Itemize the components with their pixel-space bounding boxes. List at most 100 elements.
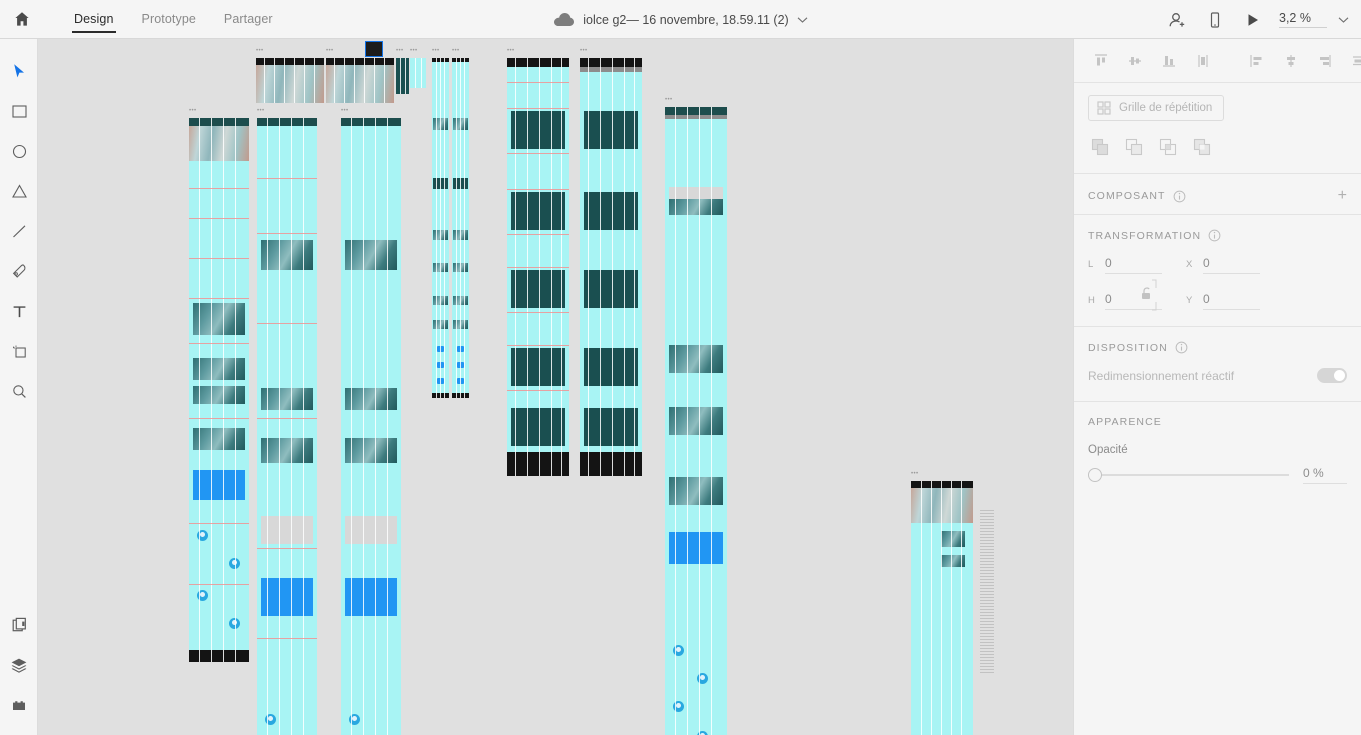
- select-tool[interactable]: [0, 51, 38, 91]
- text-t-icon[interactable]: [0, 291, 38, 331]
- chevron-down-icon[interactable]: [797, 16, 808, 24]
- align-left-icon[interactable]: [1186, 44, 1220, 78]
- document-title[interactable]: iolce g2— 16 novembre, 18.59.11 (2): [583, 13, 788, 27]
- responsive-resize-label: Redimensionnement réactif: [1088, 368, 1235, 383]
- artboard-hero-a[interactable]: •••: [256, 48, 324, 103]
- width-value[interactable]: 0: [1105, 256, 1162, 274]
- y-value[interactable]: 0: [1203, 292, 1260, 310]
- artboard-page-h[interactable]: •••: [580, 48, 642, 476]
- artboard-col-e[interactable]: •••: [432, 48, 449, 398]
- artboard-narrow-d[interactable]: •••: [410, 48, 426, 88]
- line-tool[interactable]: [0, 211, 38, 251]
- magnifier-icon[interactable]: [0, 371, 38, 411]
- artboard-label[interactable]: •••: [326, 48, 334, 54]
- opacity-slider-track: [1088, 474, 1289, 476]
- opacity-value[interactable]: 0 %: [1303, 466, 1347, 484]
- artboard-page-l[interactable]: •••: [665, 97, 727, 735]
- ellipse-tool[interactable]: [0, 131, 38, 171]
- artboard-label[interactable]: •••: [911, 471, 919, 477]
- repeat-grid-icon: [1097, 101, 1111, 115]
- rectangle-tool[interactable]: [0, 91, 38, 131]
- pen-tool[interactable]: [0, 251, 38, 291]
- info-circle-icon[interactable]: [1173, 190, 1186, 203]
- x-value[interactable]: 0: [1203, 256, 1260, 274]
- artboard-label[interactable]: •••: [189, 108, 197, 114]
- artboard-sidebar-n[interactable]: [980, 510, 994, 675]
- chevron-down-icon[interactable]: [1331, 16, 1355, 24]
- align-vertical-center-icon[interactable]: [1118, 44, 1152, 78]
- appearance-section-title: APPARENCE: [1088, 416, 1162, 428]
- artboard-label[interactable]: •••: [341, 108, 349, 114]
- artboard-label[interactable]: •••: [507, 48, 515, 54]
- boolean-exclude-icon[interactable]: [1190, 135, 1214, 159]
- mobile-device-icon[interactable]: [1197, 0, 1233, 39]
- boolean-union-icon[interactable]: [1088, 135, 1112, 159]
- repeat-grid-button[interactable]: Grille de répétition: [1088, 95, 1224, 121]
- info-circle-icon[interactable]: [1175, 341, 1188, 354]
- artboard-hero-b[interactable]: •••: [326, 48, 394, 103]
- artboard-label[interactable]: •••: [452, 48, 460, 54]
- layers-icon[interactable]: [0, 645, 38, 685]
- lock-aspect-ratio-icon[interactable]: [1136, 278, 1158, 312]
- artboard-content: [410, 58, 426, 88]
- distribute-spacing-icon[interactable]: [1342, 44, 1361, 78]
- artboard-label[interactable]: •••: [396, 48, 404, 54]
- transform-fields: L 0 X 0 H 0 Y 0: [1074, 252, 1361, 326]
- play-triangle-icon[interactable]: [1235, 0, 1271, 39]
- artboard-tool[interactable]: [0, 331, 38, 371]
- zoom-control[interactable]: 3,2 %: [1279, 11, 1355, 28]
- boolean-subtract-icon[interactable]: [1122, 135, 1146, 159]
- boolean-ops-row: [1074, 127, 1361, 173]
- cloud-icon: [553, 12, 575, 27]
- artboard-content: [256, 58, 324, 103]
- tab-prototype[interactable]: Prototype: [128, 0, 210, 39]
- artboard-page-j[interactable]: •••: [257, 108, 317, 735]
- artboard-label[interactable]: •••: [432, 48, 440, 54]
- home-icon[interactable]: [2, 0, 42, 39]
- align-top-icon[interactable]: [1084, 44, 1118, 78]
- artboard-page-m[interactable]: •••: [911, 471, 973, 735]
- artboard-label[interactable]: •••: [580, 48, 588, 54]
- x-field[interactable]: X 0: [1186, 256, 1260, 274]
- y-field[interactable]: Y 0: [1186, 292, 1260, 310]
- artboard-label[interactable]: •••: [410, 48, 418, 54]
- info-circle-icon[interactable]: [1208, 229, 1221, 242]
- artboard-content: [396, 58, 409, 94]
- artboard-selected[interactable]: [365, 41, 383, 57]
- add-component-button[interactable]: +: [1338, 188, 1347, 204]
- appearance-section-header: APPARENCE: [1074, 401, 1361, 442]
- invite-person-icon[interactable]: [1159, 0, 1195, 39]
- artboard-label[interactable]: •••: [665, 97, 673, 103]
- transform-section-title: TRANSFORMATION: [1088, 229, 1202, 242]
- distribute-center-icon[interactable]: [1274, 44, 1308, 78]
- responsive-resize-toggle[interactable]: [1317, 368, 1347, 383]
- artboard-content: [257, 118, 317, 735]
- width-field[interactable]: L 0: [1088, 256, 1162, 274]
- artboard-col-f[interactable]: •••: [452, 48, 469, 398]
- tab-design[interactable]: Design: [60, 0, 128, 39]
- opacity-slider-knob[interactable]: [1088, 468, 1102, 482]
- layout-section-header: DISPOSITION: [1074, 326, 1361, 364]
- zoom-value[interactable]: 3,2 %: [1279, 11, 1327, 28]
- opacity-slider[interactable]: [1088, 468, 1289, 482]
- x-label: X: [1186, 259, 1193, 270]
- tab-partager[interactable]: Partager: [210, 0, 287, 39]
- artboard-page-i[interactable]: •••: [189, 108, 249, 662]
- artboard-narrow-c[interactable]: •••: [396, 48, 409, 94]
- tools-sidebar-bottom: [0, 605, 38, 725]
- artboard-page-k[interactable]: •••: [341, 108, 401, 735]
- align-bottom-icon[interactable]: [1152, 44, 1186, 78]
- plugin-puzzle-icon[interactable]: [0, 685, 38, 725]
- design-canvas[interactable]: ••• ••• ••• ••• ••• ••• ••• ••• ••• ••• …: [38, 39, 1073, 735]
- artboard-label[interactable]: •••: [256, 48, 264, 54]
- artboard-content: [452, 58, 469, 398]
- polygon-tool[interactable]: [0, 171, 38, 211]
- assets-stack-icon[interactable]: [0, 605, 38, 645]
- distribute-right-icon[interactable]: [1308, 44, 1342, 78]
- distribute-left-icon[interactable]: [1240, 44, 1274, 78]
- boolean-intersect-icon[interactable]: [1156, 135, 1180, 159]
- tools-sidebar: [0, 39, 38, 735]
- artboard-content: [665, 107, 727, 735]
- artboard-page-g[interactable]: •••: [507, 48, 569, 476]
- artboard-label[interactable]: •••: [257, 108, 265, 114]
